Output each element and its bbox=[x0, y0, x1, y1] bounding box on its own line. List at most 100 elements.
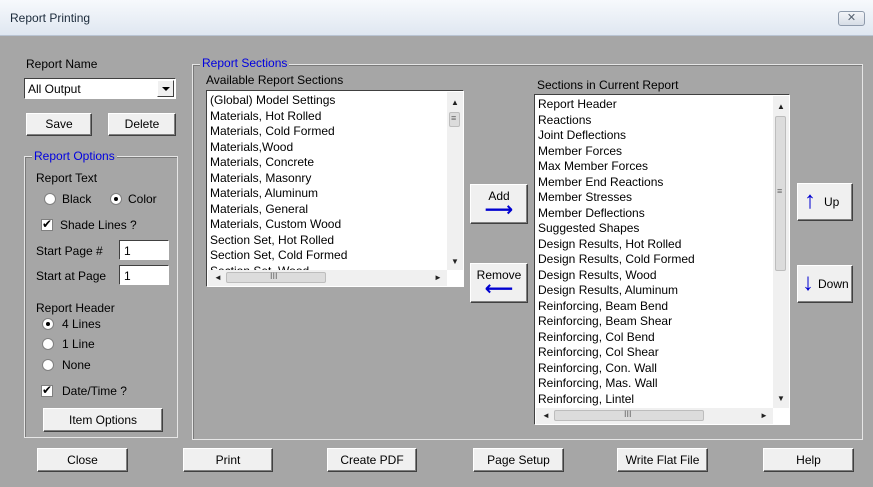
chevron-down-icon[interactable] bbox=[157, 80, 174, 97]
report-name-value: All Output bbox=[28, 82, 81, 96]
help-button[interactable]: Help bbox=[763, 448, 854, 472]
list-item[interactable]: Suggested Shapes bbox=[538, 221, 695, 237]
header-none-label: None bbox=[62, 358, 91, 372]
remove-button[interactable]: Remove ⟵ bbox=[470, 263, 528, 303]
list-item[interactable]: Member Forces bbox=[538, 144, 695, 160]
current-hscroll[interactable]: ◄ III ► bbox=[536, 408, 773, 424]
close-button[interactable]: Close bbox=[37, 448, 128, 472]
report-printing-dialog: Report Printing ✕ Report Name All Output… bbox=[0, 0, 873, 487]
left-arrow-icon: ⟵ bbox=[484, 278, 514, 300]
down-arrow-icon: ↓ bbox=[802, 269, 814, 296]
list-item[interactable]: Member Deflections bbox=[538, 206, 695, 222]
list-item[interactable]: Reinforcing, Lintel bbox=[538, 392, 695, 408]
list-item[interactable]: Section Set, Cold Formed bbox=[210, 248, 347, 264]
grip-icon: III bbox=[270, 271, 278, 281]
color-radio[interactable] bbox=[110, 193, 122, 205]
scroll-left-icon[interactable]: ◄ bbox=[542, 411, 550, 420]
date-time-label: Date/Time ? bbox=[62, 384, 127, 398]
list-item[interactable]: Design Results, Wood bbox=[538, 268, 695, 284]
scroll-down-icon[interactable]: ▼ bbox=[777, 394, 785, 403]
available-sections-list[interactable]: (Global) Model Settings Materials, Hot Ro… bbox=[206, 90, 464, 287]
grip-icon: ≡ bbox=[777, 186, 783, 196]
right-arrow-icon: ⟶ bbox=[484, 199, 514, 221]
report-sections-legend: Report Sections bbox=[200, 56, 290, 70]
scroll-down-icon[interactable]: ▼ bbox=[451, 257, 459, 266]
list-item[interactable]: Reinforcing, Beam Shear bbox=[538, 314, 695, 330]
title-bar: Report Printing ✕ bbox=[0, 0, 873, 36]
list-item[interactable]: Joint Deflections bbox=[538, 128, 695, 144]
add-button[interactable]: Add ⟶ bbox=[470, 184, 528, 224]
write-flat-file-button[interactable]: Write Flat File bbox=[617, 448, 708, 472]
list-item[interactable]: Member End Reactions bbox=[538, 175, 695, 191]
scroll-right-icon[interactable]: ► bbox=[434, 273, 442, 282]
close-icon[interactable]: ✕ bbox=[838, 11, 865, 26]
current-sections-list[interactable]: Report Header Reactions Joint Deflections M… bbox=[534, 94, 790, 425]
list-item[interactable]: Materials, Hot Rolled bbox=[210, 109, 347, 125]
list-item[interactable]: Materials, General bbox=[210, 202, 347, 218]
scroll-up-icon[interactable]: ▲ bbox=[777, 102, 785, 111]
page-setup-button[interactable]: Page Setup bbox=[473, 448, 564, 472]
list-item[interactable]: Report Header bbox=[538, 97, 695, 113]
header-4-lines-label: 4 Lines bbox=[62, 317, 101, 331]
list-item[interactable]: Materials, Cold Formed bbox=[210, 124, 347, 140]
list-item[interactable]: Design Results, Hot Rolled bbox=[538, 237, 695, 253]
delete-button[interactable]: Delete bbox=[108, 113, 176, 136]
list-item[interactable]: Section Set, Hot Rolled bbox=[210, 233, 347, 249]
list-item[interactable]: Materials, Concrete bbox=[210, 155, 347, 171]
start-at-page-label: Start at Page bbox=[36, 269, 107, 283]
list-item[interactable]: Reinforcing, Con. Wall bbox=[538, 361, 695, 377]
start-at-page-input[interactable]: 1 bbox=[119, 265, 169, 285]
black-radio[interactable] bbox=[44, 193, 56, 205]
shade-lines-checkbox[interactable]: ✔ bbox=[41, 217, 53, 231]
black-label: Black bbox=[62, 192, 92, 206]
header-1-line-radio[interactable] bbox=[42, 338, 54, 350]
report-options-legend: Report Options bbox=[32, 149, 117, 163]
list-item[interactable]: Materials,Wood bbox=[210, 140, 347, 156]
available-items: (Global) Model Settings Materials, Hot Ro… bbox=[210, 93, 347, 279]
shade-lines-label: Shade Lines ? bbox=[60, 218, 137, 232]
report-name-label: Report Name bbox=[26, 57, 98, 71]
scroll-left-icon[interactable]: ◄ bbox=[214, 273, 222, 282]
down-label: Down bbox=[818, 277, 849, 291]
start-page-label: Start Page # bbox=[36, 244, 103, 258]
list-item[interactable]: Design Results, Cold Formed bbox=[538, 252, 695, 268]
list-item[interactable]: (Global) Model Settings bbox=[210, 93, 347, 109]
window-title: Report Printing bbox=[10, 11, 91, 25]
available-sections-label: Available Report Sections bbox=[206, 73, 344, 87]
current-sections-label: Sections in Current Report bbox=[537, 78, 679, 92]
up-label: Up bbox=[824, 195, 840, 209]
report-name-select[interactable]: All Output bbox=[24, 78, 176, 99]
list-item[interactable]: Materials, Aluminum bbox=[210, 186, 347, 202]
list-item[interactable]: Member Stresses bbox=[538, 190, 695, 206]
list-item[interactable]: Reinforcing, Col Bend bbox=[538, 330, 695, 346]
print-button[interactable]: Print bbox=[183, 448, 273, 472]
list-item[interactable]: Reactions bbox=[538, 113, 695, 129]
up-button[interactable]: ↑ Up bbox=[797, 183, 853, 221]
current-vscroll[interactable]: ▲ ≡ ▼ bbox=[773, 96, 789, 408]
color-label: Color bbox=[128, 192, 157, 206]
available-hscroll[interactable]: ◄ III ► bbox=[208, 270, 447, 286]
create-pdf-button[interactable]: Create PDF bbox=[327, 448, 417, 472]
list-item[interactable]: Reinforcing, Col Shear bbox=[538, 345, 695, 361]
up-arrow-icon: ↑ bbox=[804, 187, 816, 214]
item-options-button[interactable]: Item Options bbox=[43, 408, 163, 432]
start-page-input[interactable]: 1 bbox=[119, 240, 169, 260]
list-item[interactable]: Reinforcing, Beam Bend bbox=[538, 299, 695, 315]
available-vscroll[interactable]: ▲ ≡ ▼ bbox=[447, 92, 463, 270]
list-item[interactable]: Max Member Forces bbox=[538, 159, 695, 175]
list-item[interactable]: Design Results, Aluminum bbox=[538, 283, 695, 299]
scroll-right-icon[interactable]: ► bbox=[760, 411, 768, 420]
date-time-checkbox[interactable]: ✔ bbox=[41, 383, 53, 397]
header-none-radio[interactable] bbox=[42, 359, 54, 371]
list-item[interactable]: Materials, Masonry bbox=[210, 171, 347, 187]
list-item[interactable]: Materials, Custom Wood bbox=[210, 217, 347, 233]
report-header-label: Report Header bbox=[36, 301, 115, 315]
down-button[interactable]: ↓ Down bbox=[797, 265, 853, 303]
grip-icon: III bbox=[624, 409, 632, 419]
list-item[interactable]: Reinforcing, Mas. Wall bbox=[538, 376, 695, 392]
grip-icon: ≡ bbox=[451, 113, 457, 123]
scroll-up-icon[interactable]: ▲ bbox=[451, 98, 459, 107]
save-button[interactable]: Save bbox=[26, 113, 92, 136]
header-4-lines-radio[interactable] bbox=[42, 318, 54, 330]
report-text-label: Report Text bbox=[36, 171, 98, 185]
